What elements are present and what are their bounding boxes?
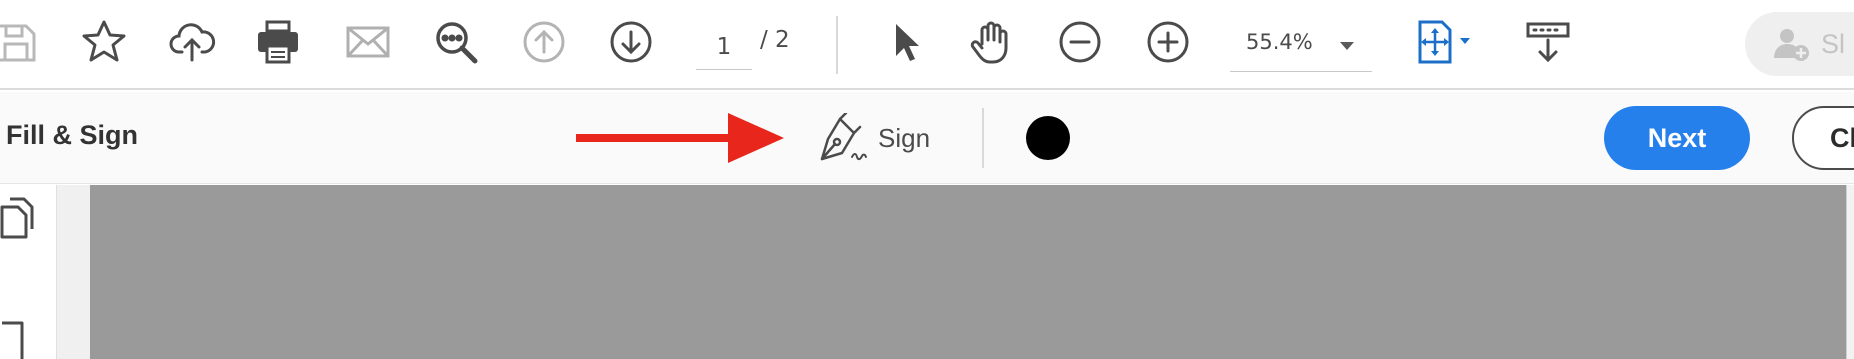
save-icon[interactable] <box>0 14 44 70</box>
fill-sign-toolbar: Fill & Sign Sign Next Cl <box>0 92 1854 184</box>
sign-label: Sign <box>878 122 931 153</box>
vertical-scrollbar[interactable] <box>1846 185 1854 359</box>
next-button[interactable]: Next <box>1604 106 1750 170</box>
scroll-mode-icon[interactable] <box>1520 14 1576 70</box>
select-pointer-icon[interactable] <box>878 14 934 70</box>
page-total-label: / 2 <box>760 27 790 53</box>
document-canvas[interactable] <box>90 185 1846 359</box>
share-button[interactable]: Sl <box>1745 12 1854 76</box>
page-number-input[interactable] <box>696 24 752 70</box>
red-arrow-annotation <box>576 113 784 163</box>
page-thumbnails-icon[interactable] <box>0 197 36 241</box>
sign-bar-divider <box>982 108 984 168</box>
chevron-down-icon <box>1340 42 1354 50</box>
left-navigation-panel <box>0 185 56 359</box>
zoom-in-icon[interactable] <box>1140 14 1196 70</box>
zoom-value: 55.4% <box>1246 30 1313 54</box>
page-down-icon[interactable] <box>603 14 659 70</box>
print-icon[interactable] <box>250 14 306 70</box>
bookmarks-icon[interactable] <box>0 319 36 359</box>
bookmark-star-icon[interactable] <box>76 14 132 70</box>
zoom-out-icon[interactable] <box>1052 14 1108 70</box>
fit-page-icon[interactable] <box>1410 14 1482 70</box>
signature-color-picker[interactable] <box>1026 116 1070 160</box>
close-button[interactable]: Cl <box>1792 106 1854 170</box>
zoom-dropdown[interactable]: 55.4% <box>1230 20 1372 72</box>
main-toolbar: / 2 55.4% <box>0 0 1854 90</box>
email-icon[interactable] <box>340 14 396 70</box>
toolbar-divider <box>836 16 838 74</box>
fountain-pen-icon <box>820 113 867 161</box>
page-up-icon[interactable] <box>516 14 572 70</box>
hand-tool-icon[interactable] <box>964 14 1020 70</box>
share-label: Sl <box>1821 28 1846 59</box>
fill-sign-title: Fill & Sign <box>6 120 138 150</box>
find-text-icon[interactable] <box>428 14 484 70</box>
sign-button[interactable]: Sign <box>818 110 930 166</box>
panel-divider <box>56 185 90 359</box>
add-user-icon <box>1774 29 1809 61</box>
upload-cloud-icon[interactable] <box>164 14 220 70</box>
